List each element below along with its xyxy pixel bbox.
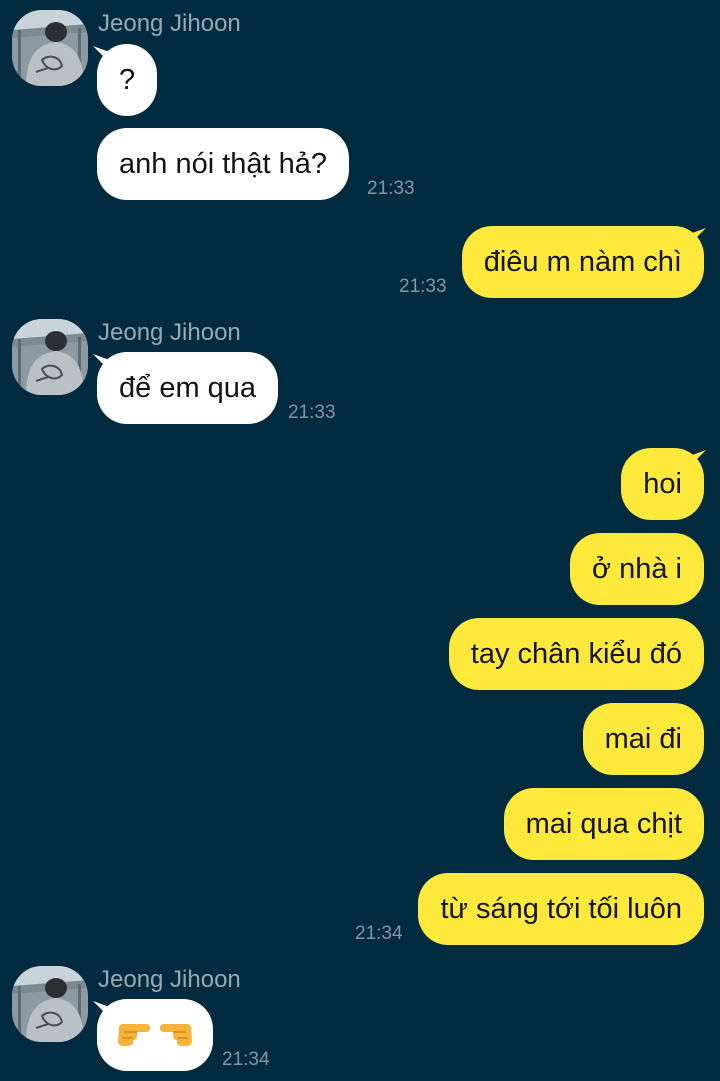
backhand-index-pointing-right-icon	[118, 1024, 150, 1047]
sender-name: Jeong Jihoon	[98, 10, 241, 37]
message-bubble-outgoing[interactable]: mai đi	[582, 703, 704, 775]
message-bubble-incoming[interactable]	[97, 999, 213, 1071]
avatar-photo	[12, 319, 88, 395]
avatar-photo	[12, 10, 88, 86]
message-text: để em qua	[119, 372, 257, 404]
message-text: điêu m nàm chì	[483, 246, 682, 278]
message-timestamp: 21:33	[399, 276, 447, 297]
avatar-photo	[12, 966, 88, 1042]
message-bubble-incoming[interactable]: anh nói thật hả?	[97, 128, 350, 200]
message-text: anh nói thật hả?	[119, 148, 328, 180]
message-bubble-outgoing[interactable]: ở nhà i	[570, 533, 704, 605]
contact-avatar[interactable]	[12, 319, 88, 395]
contact-avatar[interactable]	[12, 966, 88, 1042]
message-timestamp: 21:33	[288, 402, 336, 423]
message-timestamp: 21:33	[367, 178, 415, 199]
message-text: mai đi	[604, 723, 682, 755]
message-bubble-outgoing[interactable]: tay chân kiểu đó	[448, 618, 704, 690]
message-bubble-incoming[interactable]: ?	[97, 44, 158, 116]
backhand-index-pointing-left-icon	[160, 1024, 193, 1047]
message-timestamp: 21:34	[222, 1049, 270, 1070]
message-bubble-outgoing[interactable]: điêu m nàm chì	[461, 226, 704, 298]
message-bubble-outgoing[interactable]: hoi	[621, 448, 704, 520]
message-timestamp: 21:34	[355, 923, 403, 944]
message-text: tay chân kiểu đó	[470, 638, 682, 670]
message-text: hoi	[643, 468, 682, 500]
message-text: từ sáng tới tối luôn	[440, 893, 682, 925]
message-text: ở nhà i	[592, 553, 682, 585]
message-text: ?	[119, 64, 136, 96]
message-bubble-outgoing[interactable]: từ sáng tới tối luôn	[418, 873, 704, 945]
contact-avatar[interactable]	[12, 10, 88, 86]
chat-screen[interactable]: Jeong Jihoon ? anh nói thật hả? 21:33 đi…	[0, 0, 720, 1081]
message-text: mai qua chịt	[525, 808, 682, 840]
message-bubble-outgoing[interactable]: mai qua chịt	[503, 788, 704, 860]
sender-name: Jeong Jihoon	[98, 966, 241, 993]
sender-name: Jeong Jihoon	[98, 319, 241, 346]
message-bubble-incoming[interactable]: để em qua	[97, 352, 279, 424]
